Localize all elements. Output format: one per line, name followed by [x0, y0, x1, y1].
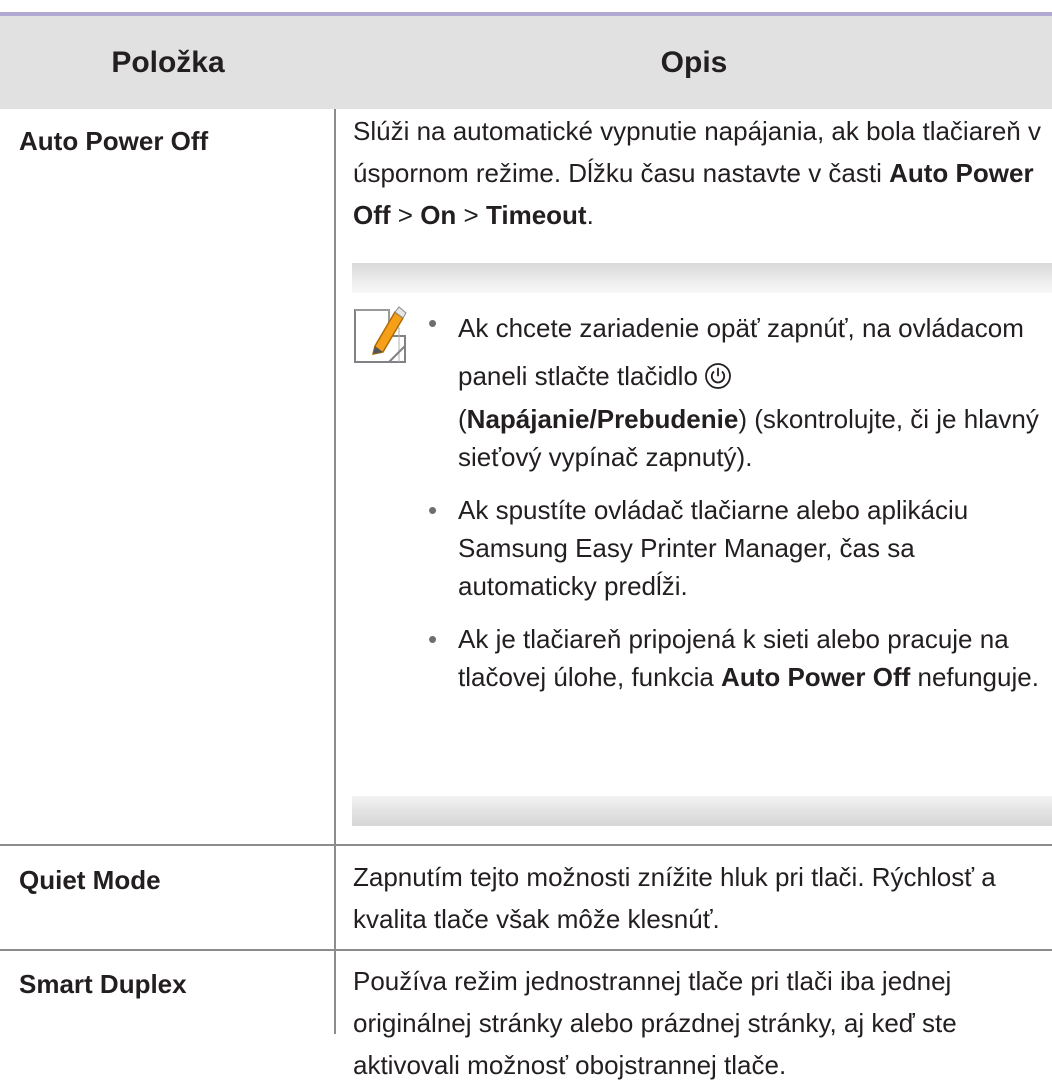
row-desc-auto-power-off: Slúži na automatické vypnutie napájania,…: [353, 116, 1041, 230]
table-header-row: Položka Opis: [0, 16, 1052, 109]
row-desc-smart-duplex: Používa režim jednostrannej tlače pri tl…: [353, 966, 957, 1080]
note-pencil-icon: [354, 306, 407, 363]
row-item-auto-power-off: Auto Power Off: [19, 126, 209, 156]
column-divider: [334, 109, 336, 1034]
note-bullet-item: • Ak spustíte ovládač tlačiarne alebo ap…: [428, 495, 969, 601]
row-item-smart-duplex: Smart Duplex: [19, 969, 187, 999]
row-divider: [0, 844, 1052, 846]
note-bullet-list: • Ak chcete zariadenie opäť zapnúť, na o…: [428, 304, 1048, 711]
note-bullet-item: • Ak chcete zariadenie opäť zapnúť, na o…: [428, 308, 1039, 472]
note-bottom-bar: [352, 796, 1052, 826]
note-top-bar: [352, 263, 1052, 293]
column-header-item: Položka: [111, 46, 225, 79]
power-icon: [705, 363, 731, 389]
row-desc-quiet-mode: Zapnutím tejto možnosti znížite hluk pri…: [353, 862, 996, 934]
note-bullet-item: • Ak je tlačiareň pripojená k sieti aleb…: [428, 624, 1039, 692]
row-item-quiet-mode: Quiet Mode: [19, 865, 161, 895]
row-divider: [0, 949, 1052, 951]
column-header-desc: Opis: [660, 46, 728, 79]
settings-table: Položka Opis Auto Power Off Slúži na aut…: [0, 0, 1052, 1080]
